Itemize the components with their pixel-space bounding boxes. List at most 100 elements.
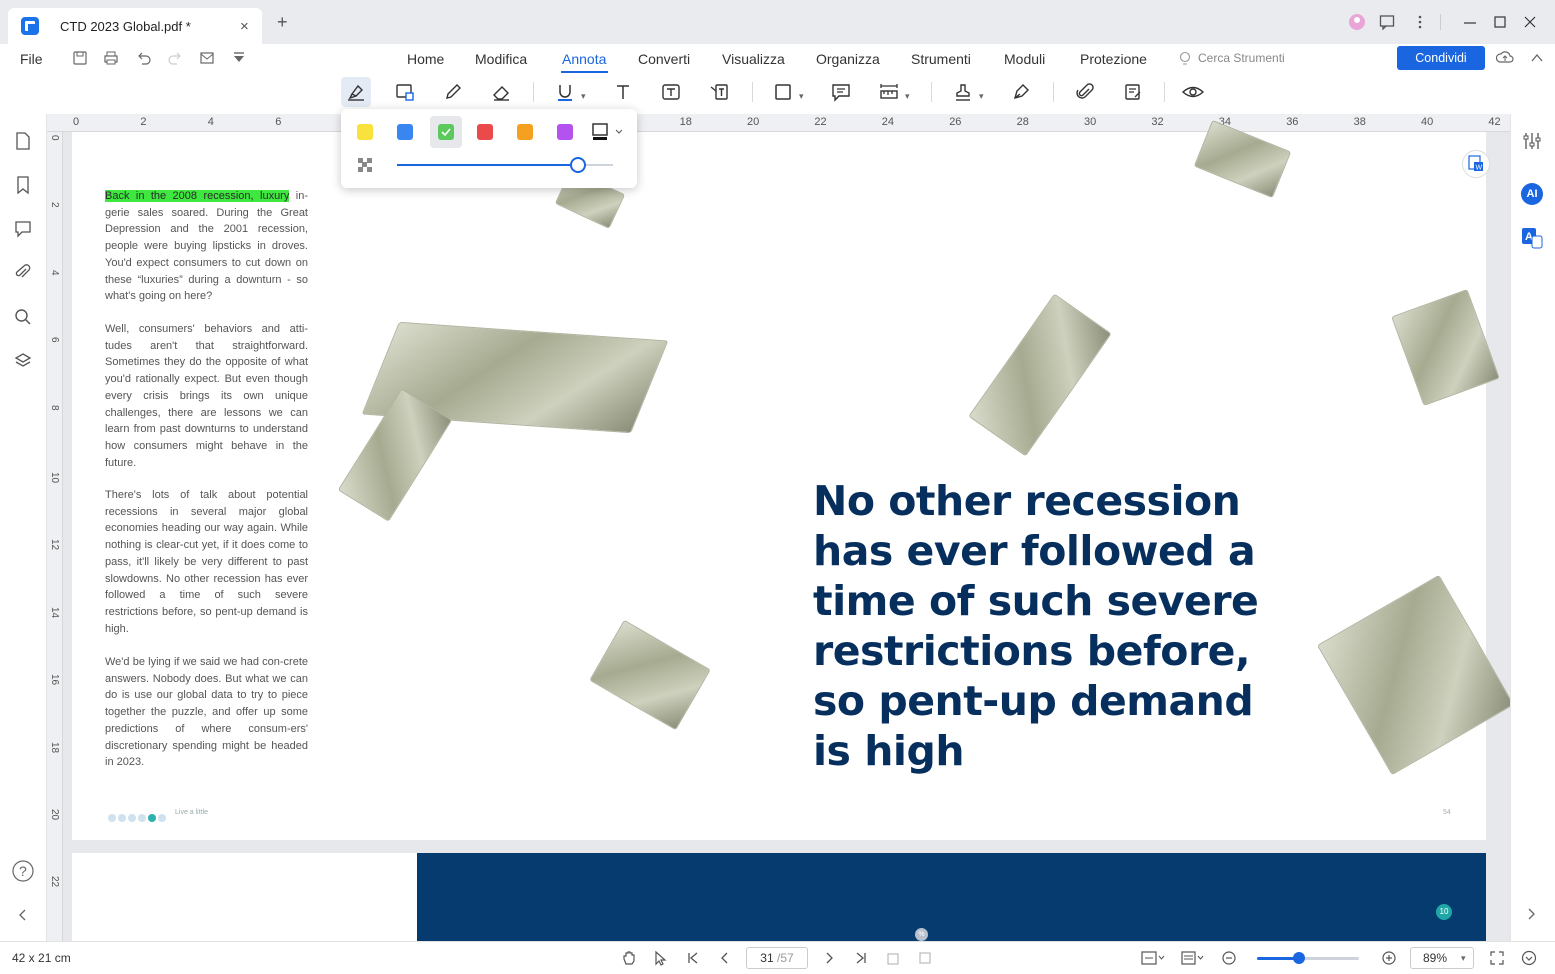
tab-strumenti[interactable]: Strumenti <box>911 51 971 67</box>
opacity-icon <box>357 157 373 173</box>
toolbar-divider <box>533 82 534 102</box>
textbox-icon[interactable] <box>656 77 686 107</box>
paragraph-3: There's lots of talk about potential rec… <box>105 489 308 635</box>
opacity-slider-thumb[interactable] <box>570 157 587 173</box>
tab-home[interactable]: Home <box>407 51 444 67</box>
feedback-icon[interactable] <box>1379 14 1395 30</box>
fullscreen-icon[interactable] <box>1489 950 1505 966</box>
close-window-icon[interactable] <box>1522 14 1538 30</box>
measure-icon[interactable]: ▾ <box>874 77 910 107</box>
search-tools-input[interactable]: Cerca Strumenti <box>1198 51 1285 65</box>
mail-icon[interactable] <box>199 50 215 66</box>
new-tab-button[interactable]: + <box>277 13 288 31</box>
highlight-icon[interactable] <box>341 77 371 107</box>
share-button[interactable]: Condividi <box>1397 46 1485 70</box>
horizontal-ruler: 024681012141618202224262830323436384042 <box>47 114 1510 132</box>
save-icon[interactable] <box>72 50 88 66</box>
page-layout-icon[interactable] <box>1181 950 1205 966</box>
tab-protezione[interactable]: Protezione <box>1080 51 1147 67</box>
highlighted-text[interactable]: Back in the 2008 recession, luxury <box>105 190 290 202</box>
color-swatch-blue[interactable] <box>397 124 413 140</box>
tab-annota[interactable]: Annota <box>562 51 606 67</box>
minimize-icon[interactable] <box>1462 14 1478 30</box>
bookmark-icon[interactable] <box>14 176 32 194</box>
custom-color-icon[interactable] <box>592 123 622 141</box>
thumbnails-icon[interactable] <box>14 132 32 150</box>
cloud-upload-icon[interactable] <box>1496 49 1514 67</box>
underline-icon[interactable]: ▾ <box>550 77 586 107</box>
toolbar-divider <box>1053 82 1054 102</box>
avatar[interactable] <box>1348 13 1366 31</box>
footer-dots <box>108 809 168 827</box>
chevron-down-icon[interactable]: ▾ <box>581 91 586 102</box>
collapse-ribbon-icon[interactable] <box>1529 50 1545 66</box>
maximize-icon[interactable] <box>1492 14 1508 30</box>
signature-icon[interactable] <box>1006 77 1036 107</box>
zoom-out-icon[interactable] <box>1221 950 1237 966</box>
footer-label: Live a little <box>175 809 209 816</box>
select-tool-icon[interactable] <box>653 950 669 966</box>
eye-icon[interactable] <box>1178 77 1208 107</box>
tab-visualizza[interactable]: Visualizza <box>722 51 785 67</box>
attachment-icon[interactable] <box>14 264 32 282</box>
note-icon[interactable] <box>1118 77 1148 107</box>
lightbulb-icon <box>1178 51 1192 67</box>
tab-moduli[interactable]: Moduli <box>1004 51 1045 67</box>
more-options-icon[interactable] <box>1412 14 1428 30</box>
document-tab[interactable]: CTD 2023 Global.pdf * × <box>8 8 262 44</box>
ruler-tick-label: 22 <box>49 876 60 888</box>
scroll-mode-icon[interactable] <box>1521 950 1537 966</box>
zoom-in-icon[interactable] <box>1381 950 1397 966</box>
pencil-icon[interactable] <box>438 77 468 107</box>
last-page-icon[interactable] <box>853 950 869 966</box>
zoom-level-select[interactable]: 89% ▾ <box>1410 947 1474 969</box>
zoom-slider-thumb[interactable] <box>1292 952 1305 964</box>
color-swatch-green[interactable] <box>438 124 454 140</box>
collapse-left-icon[interactable] <box>18 908 28 922</box>
area-highlight-icon[interactable] <box>390 77 420 107</box>
page-navigation-badge-icon[interactable]: % <box>915 928 928 941</box>
redo-icon[interactable] <box>167 50 183 66</box>
properties-icon[interactable] <box>1522 131 1542 151</box>
stamp-icon[interactable]: ▾ <box>948 77 984 107</box>
search-icon[interactable] <box>14 308 32 326</box>
callout-icon[interactable] <box>704 77 734 107</box>
previous-page-icon[interactable] <box>717 950 733 966</box>
next-page-icon[interactable] <box>821 950 837 966</box>
rotate-icon[interactable] <box>885 950 901 966</box>
print-icon[interactable] <box>103 50 119 66</box>
fit-width-icon[interactable] <box>1141 950 1165 966</box>
color-swatch-purple[interactable] <box>557 124 573 140</box>
tab-organizza[interactable]: Organizza <box>816 51 880 67</box>
crop-icon[interactable] <box>917 950 933 966</box>
footer-dot <box>138 814 146 822</box>
chevron-down-icon[interactable]: ▾ <box>905 91 910 102</box>
layers-icon[interactable] <box>14 352 32 370</box>
ai-assistant-icon[interactable]: AI <box>1521 183 1543 205</box>
shape-icon[interactable]: ▾ <box>768 77 804 107</box>
tab-converti[interactable]: Converti <box>638 51 690 67</box>
comment-icon[interactable] <box>826 77 856 107</box>
ruler-tick-label: 4 <box>207 116 214 128</box>
quick-access-dropdown-icon[interactable] <box>231 50 247 66</box>
page-number-input[interactable]: 31 /57 <box>746 947 808 969</box>
text-icon[interactable] <box>608 77 638 107</box>
attachment-icon[interactable] <box>1070 77 1100 107</box>
chevron-down-icon[interactable]: ▾ <box>799 91 804 102</box>
file-menu[interactable]: File <box>20 51 43 67</box>
help-icon[interactable]: ? <box>12 860 34 882</box>
close-tab-icon[interactable]: × <box>240 18 249 35</box>
expand-right-icon[interactable] <box>1526 907 1536 921</box>
first-page-icon[interactable] <box>685 950 701 966</box>
undo-icon[interactable] <box>136 50 152 66</box>
color-swatch-red[interactable] <box>477 124 493 140</box>
color-swatch-orange[interactable] <box>517 124 533 140</box>
translate-icon[interactable]: A <box>1521 227 1543 249</box>
eraser-icon[interactable] <box>486 77 516 107</box>
tab-modifica[interactable]: Modifica <box>475 51 527 67</box>
hand-tool-icon[interactable] <box>621 950 637 966</box>
chevron-down-icon[interactable]: ▾ <box>979 91 984 102</box>
comments-icon[interactable] <box>14 220 32 238</box>
convert-to-word-icon[interactable]: W <box>1462 150 1490 178</box>
color-swatch-yellow[interactable] <box>357 124 373 140</box>
